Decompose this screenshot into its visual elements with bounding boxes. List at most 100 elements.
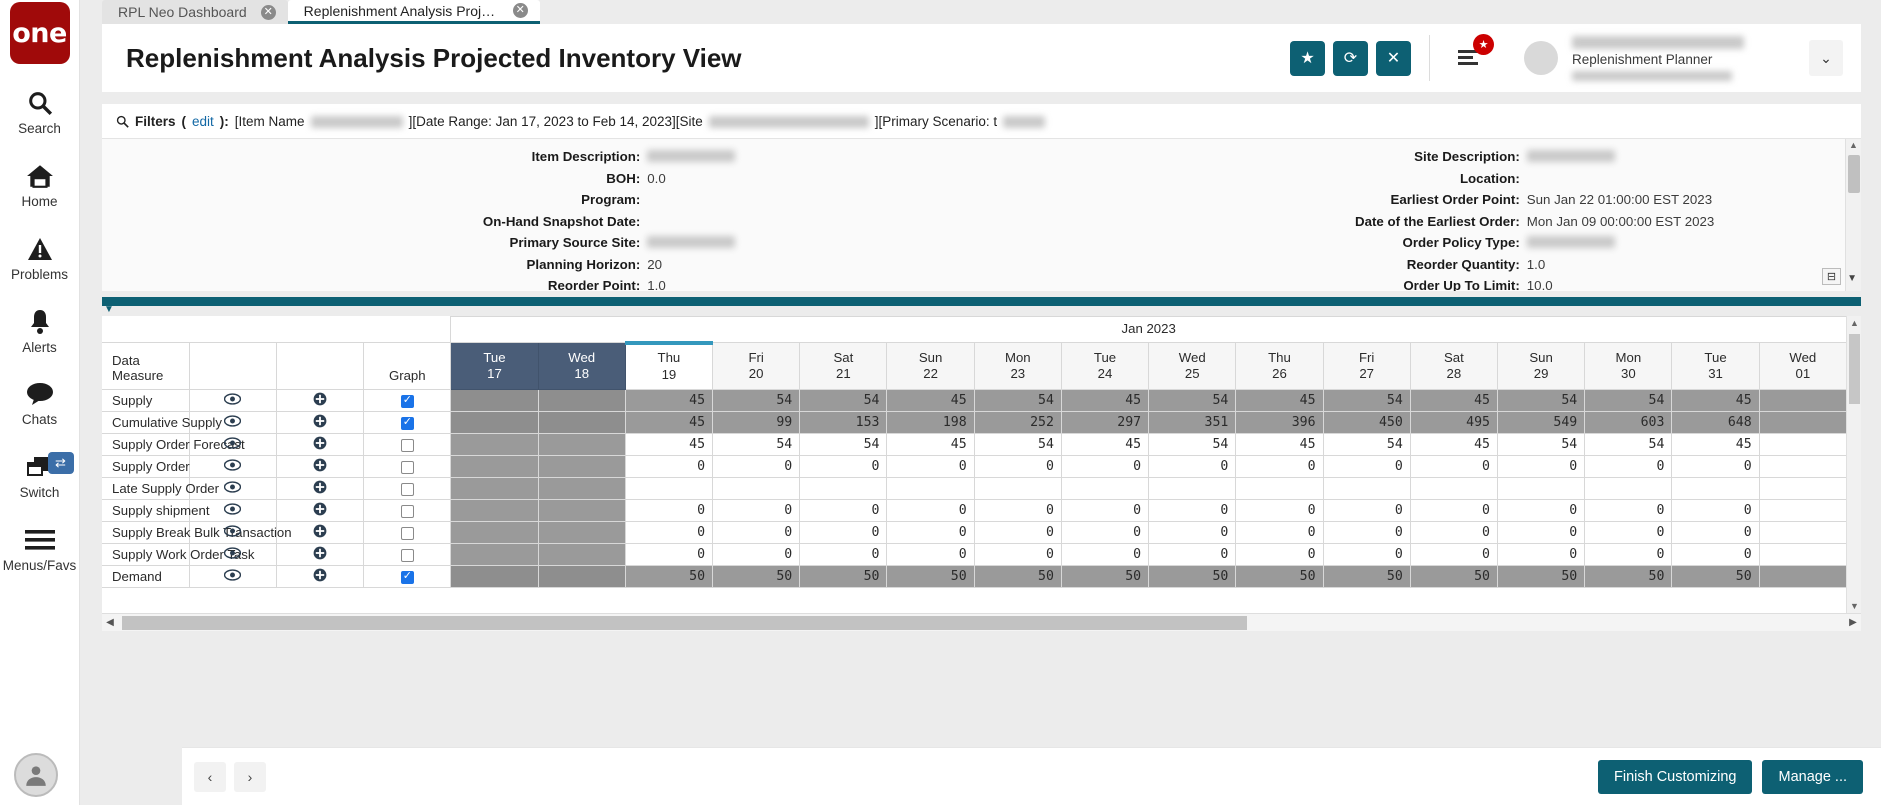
data-cell[interactable] xyxy=(1759,522,1846,544)
date-column-header[interactable]: Tue31 xyxy=(1672,343,1759,390)
data-cell[interactable]: 50 xyxy=(887,566,974,588)
grid-horizontal-scrollbar[interactable]: ◀ ▶ xyxy=(102,613,1861,631)
data-cell[interactable]: 45 xyxy=(1672,390,1759,412)
data-cell[interactable]: 0 xyxy=(1323,456,1410,478)
date-column-header[interactable]: Mon30 xyxy=(1585,343,1672,390)
graph-checkbox-cell[interactable] xyxy=(364,522,451,544)
date-column-header[interactable]: Wed18 xyxy=(538,343,625,390)
data-cell[interactable]: 0 xyxy=(800,522,887,544)
data-cell[interactable]: 648 xyxy=(1672,412,1759,434)
graph-checkbox[interactable] xyxy=(401,461,414,474)
data-cell[interactable]: 0 xyxy=(625,456,712,478)
data-cell[interactable]: 0 xyxy=(625,522,712,544)
data-cell[interactable]: 0 xyxy=(1672,500,1759,522)
data-cell[interactable]: 54 xyxy=(1585,434,1672,456)
data-cell[interactable]: 50 xyxy=(1061,566,1148,588)
date-column-header[interactable]: Sat21 xyxy=(800,343,887,390)
data-cell[interactable]: 0 xyxy=(887,544,974,566)
graph-checkbox[interactable] xyxy=(401,417,414,430)
data-cell[interactable] xyxy=(538,412,625,434)
collapse-panel-button[interactable]: ⊟ xyxy=(1822,268,1841,285)
rail-item-menus-favs[interactable]: Menus/Favs xyxy=(0,523,80,574)
data-cell[interactable] xyxy=(451,544,538,566)
data-cell[interactable] xyxy=(1410,478,1497,500)
graph-checkbox-cell[interactable] xyxy=(364,390,451,412)
date-column-header[interactable]: Sun29 xyxy=(1498,343,1585,390)
scrollbar-thumb[interactable] xyxy=(1848,155,1860,193)
data-cell[interactable]: 0 xyxy=(1498,456,1585,478)
graph-checkbox-cell[interactable] xyxy=(364,412,451,434)
grid-scrollbar-thumb[interactable] xyxy=(1849,334,1860,404)
data-cell[interactable] xyxy=(538,390,625,412)
data-cell[interactable]: 0 xyxy=(800,500,887,522)
date-column-header[interactable]: Thu26 xyxy=(1236,343,1323,390)
add-plus-icon[interactable] xyxy=(276,390,363,412)
hscroll-right-arrow-icon[interactable]: ▶ xyxy=(1845,617,1861,628)
graph-checkbox[interactable] xyxy=(401,549,414,562)
data-cell[interactable]: 297 xyxy=(1061,412,1148,434)
add-plus-icon[interactable] xyxy=(276,478,363,500)
grid-scroll-up-icon[interactable]: ▲ xyxy=(1850,318,1859,328)
data-cell[interactable]: 45 xyxy=(1061,390,1148,412)
tab-replenishment-analysis[interactable]: Replenishment Analysis Projecte... ✕ xyxy=(288,0,540,24)
data-cell[interactable] xyxy=(1759,500,1846,522)
data-cell[interactable]: 0 xyxy=(1236,522,1323,544)
hscroll-left-arrow-icon[interactable]: ◀ xyxy=(102,617,118,628)
data-cell[interactable]: 0 xyxy=(1410,544,1497,566)
data-cell[interactable] xyxy=(451,500,538,522)
data-cell[interactable]: 50 xyxy=(1672,566,1759,588)
data-cell[interactable]: 54 xyxy=(974,434,1061,456)
data-cell[interactable]: 0 xyxy=(1585,500,1672,522)
data-cell[interactable]: 0 xyxy=(974,500,1061,522)
eye-icon[interactable] xyxy=(189,566,276,588)
data-cell[interactable] xyxy=(451,522,538,544)
data-cell[interactable]: 0 xyxy=(974,544,1061,566)
previous-page-button[interactable]: ‹ xyxy=(194,762,226,792)
data-cell[interactable]: 54 xyxy=(1323,434,1410,456)
info-panel-scrollbar[interactable]: ▲ xyxy=(1845,139,1861,291)
data-cell[interactable]: 0 xyxy=(713,544,800,566)
data-cell[interactable] xyxy=(974,478,1061,500)
data-cell[interactable]: 0 xyxy=(1410,456,1497,478)
graph-checkbox-cell[interactable] xyxy=(364,434,451,456)
data-cell[interactable] xyxy=(887,478,974,500)
data-cell[interactable] xyxy=(451,412,538,434)
data-cell[interactable]: 54 xyxy=(800,434,887,456)
add-plus-icon[interactable] xyxy=(276,566,363,588)
date-column-header[interactable]: Thu19 xyxy=(625,343,712,390)
graph-checkbox[interactable] xyxy=(401,571,414,584)
user-menu-chevron[interactable]: ⌄ xyxy=(1809,40,1843,76)
data-cell[interactable]: 50 xyxy=(800,566,887,588)
data-cell[interactable] xyxy=(1585,478,1672,500)
data-cell[interactable]: 0 xyxy=(1149,544,1236,566)
data-cell[interactable]: 0 xyxy=(1061,500,1148,522)
scroll-up-arrow-icon[interactable]: ▲ xyxy=(1849,140,1858,150)
data-cell[interactable]: 50 xyxy=(974,566,1061,588)
data-cell[interactable]: 45 xyxy=(1061,434,1148,456)
data-cell[interactable]: 0 xyxy=(713,522,800,544)
data-cell[interactable]: 0 xyxy=(1410,500,1497,522)
data-cell[interactable]: 45 xyxy=(887,390,974,412)
data-cell[interactable]: 153 xyxy=(800,412,887,434)
data-cell[interactable] xyxy=(538,434,625,456)
data-cell[interactable]: 45 xyxy=(1236,434,1323,456)
manage-button[interactable]: Manage ... xyxy=(1762,760,1863,794)
data-cell[interactable] xyxy=(1759,478,1846,500)
data-cell[interactable] xyxy=(538,456,625,478)
data-cell[interactable] xyxy=(538,522,625,544)
date-column-header[interactable]: Wed01 xyxy=(1759,343,1846,390)
rail-item-problems[interactable]: Problems xyxy=(0,232,80,283)
data-cell[interactable]: 0 xyxy=(1236,500,1323,522)
grid-vertical-scrollbar[interactable]: ▲ ▼ xyxy=(1846,316,1861,613)
date-column-header[interactable]: Wed25 xyxy=(1149,343,1236,390)
data-cell[interactable]: 50 xyxy=(1236,566,1323,588)
data-cell[interactable]: 54 xyxy=(1498,390,1585,412)
data-cell[interactable] xyxy=(1149,478,1236,500)
graph-checkbox-cell[interactable] xyxy=(364,456,451,478)
date-column-header[interactable]: Sat28 xyxy=(1410,343,1497,390)
data-cell[interactable]: 0 xyxy=(1149,456,1236,478)
data-cell[interactable]: 0 xyxy=(1323,522,1410,544)
data-cell[interactable] xyxy=(1323,478,1410,500)
data-cell[interactable]: 603 xyxy=(1585,412,1672,434)
data-cell[interactable]: 0 xyxy=(1061,456,1148,478)
